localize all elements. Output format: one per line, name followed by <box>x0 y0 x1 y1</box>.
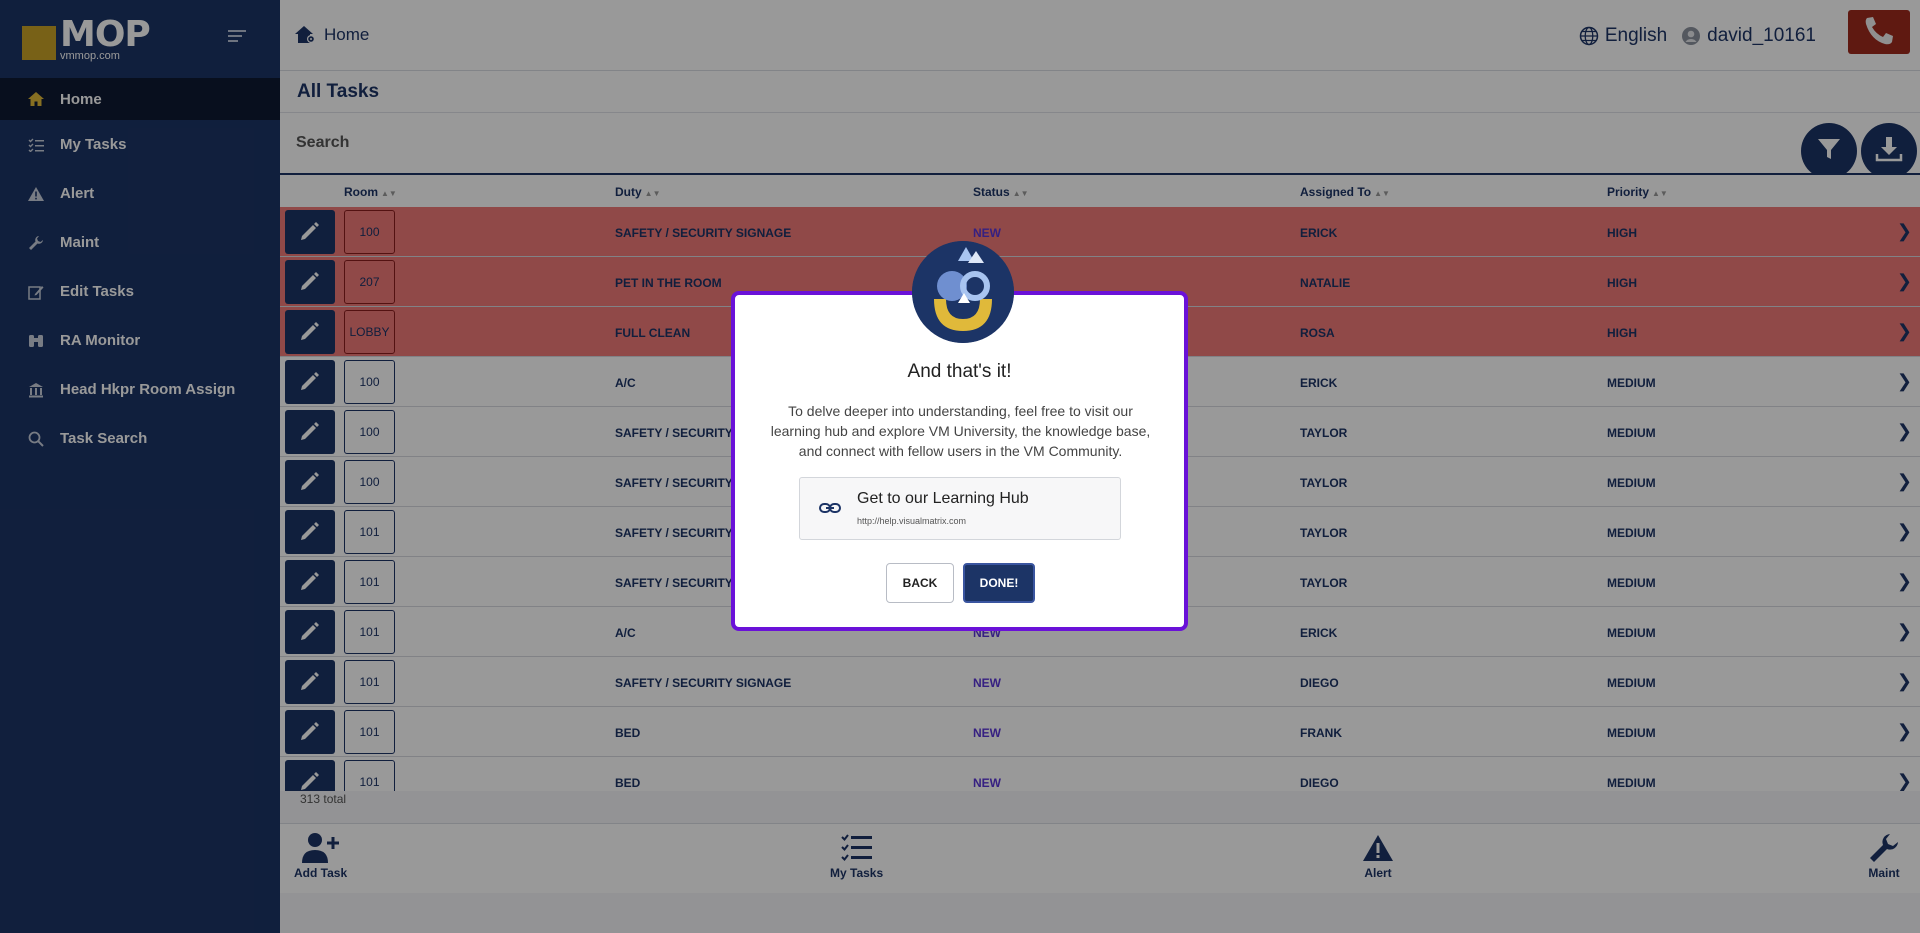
learning-hub-title: Get to our Learning Hub <box>857 490 1029 507</box>
dialog-body: To delve deeper into understanding, feel… <box>770 403 1151 459</box>
back-button[interactable]: BACK <box>886 563 954 603</box>
dialog-title: And that's it! <box>907 361 1012 382</box>
done-button[interactable]: DONE! <box>963 563 1035 603</box>
vm-university-logo <box>912 241 1014 343</box>
completion-dialog: And that's it! To delve deeper into unde… <box>731 241 1188 631</box>
learning-hub-url: http://help.visualmatrix.com <box>857 516 967 526</box>
link-icon <box>818 496 842 520</box>
learning-hub-link[interactable]: Get to our Learning Hub http://help.visu… <box>799 477 1121 540</box>
